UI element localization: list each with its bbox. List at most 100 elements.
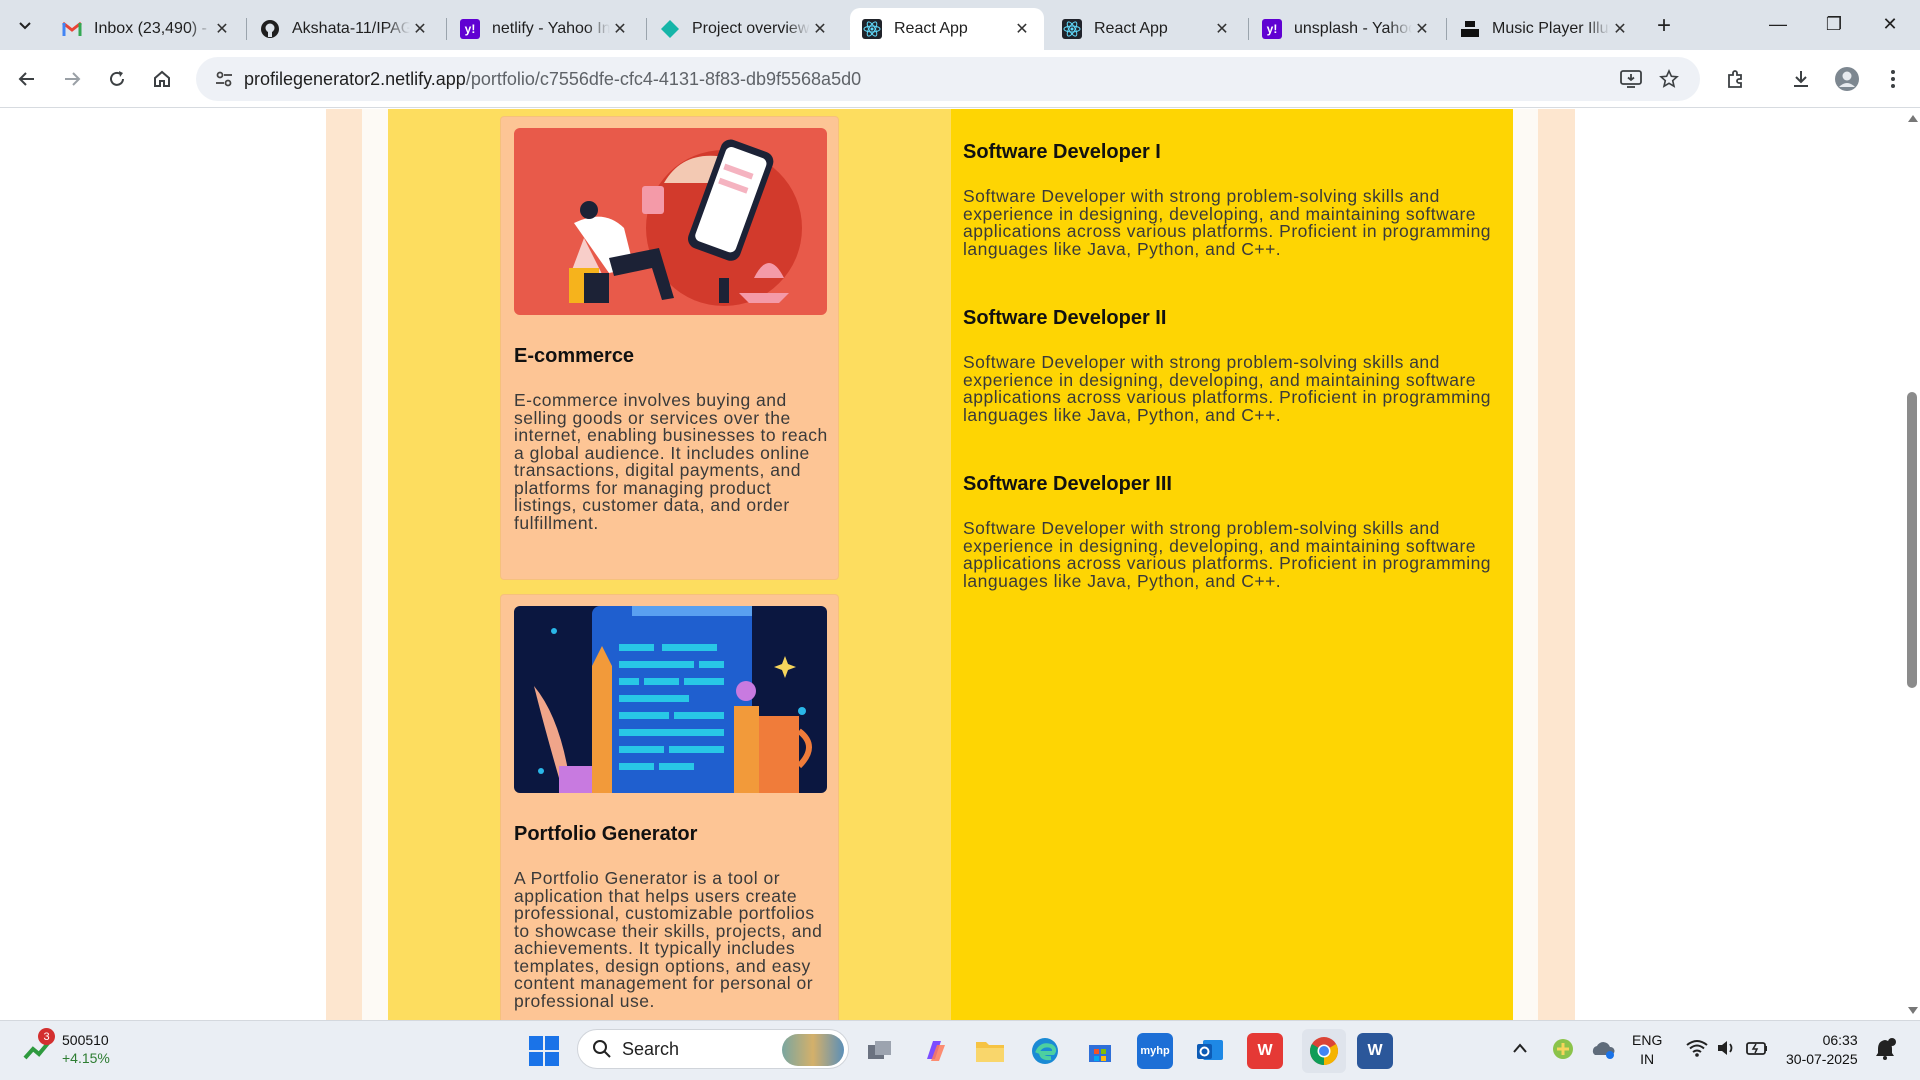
- experience-item: Software Developer I Software Developer …: [963, 141, 1508, 258]
- edge-browser-icon[interactable]: [1027, 1033, 1063, 1069]
- onedrive-icon[interactable]: [1590, 1038, 1616, 1065]
- language-indicator[interactable]: ENG IN: [1632, 1031, 1662, 1069]
- ecommerce-illustration: [514, 128, 827, 315]
- close-icon[interactable]: ✕: [410, 19, 430, 39]
- tab-search-button[interactable]: [8, 10, 42, 40]
- extensions-button[interactable]: [1718, 62, 1752, 96]
- stock-badge: 3: [38, 1028, 55, 1045]
- downloads-button[interactable]: [1784, 62, 1818, 96]
- tab-yahoo-unsplash[interactable]: y! unsplash - Yahoo ✕: [1250, 8, 1444, 50]
- close-icon[interactable]: ✕: [810, 19, 830, 39]
- tab-strip: Inbox (23,490) - a ✕ Akshata-11/IPAG ✕ y…: [0, 0, 1920, 50]
- tab-github[interactable]: Akshata-11/IPAG ✕: [248, 8, 442, 50]
- chevron-down-icon: [19, 22, 31, 30]
- tab-gmail[interactable]: Inbox (23,490) - a ✕: [50, 8, 244, 50]
- browser-toolbar: profilegenerator2.netlify.app/portfolio/…: [0, 50, 1920, 108]
- stock-widget[interactable]: 3 500510 +4.15%: [22, 1028, 110, 1067]
- close-icon[interactable]: ✕: [1212, 19, 1232, 39]
- react-icon: [862, 19, 882, 39]
- close-icon[interactable]: ✕: [1412, 19, 1432, 39]
- tab-title: netlify - Yahoo In: [492, 20, 610, 37]
- forward-button[interactable]: [55, 62, 89, 96]
- close-window-button[interactable]: ✕: [1862, 8, 1918, 40]
- wifi-icon[interactable]: [1686, 1039, 1708, 1062]
- experience-title: Software Developer I: [963, 141, 1161, 163]
- language-region: IN: [1640, 1051, 1655, 1067]
- close-icon[interactable]: ✕: [212, 19, 232, 39]
- tab-netlify[interactable]: Project overview ✕: [648, 8, 842, 50]
- clock-time: 06:33: [1822, 1032, 1858, 1048]
- windows-logo-icon: [529, 1036, 559, 1066]
- install-app-icon[interactable]: [1616, 67, 1646, 91]
- reload-icon: [110, 71, 124, 86]
- experience-title: Software Developer II: [963, 307, 1167, 329]
- outlook-new-icon[interactable]: [1192, 1033, 1228, 1069]
- experience-description: Software Developer with strong problem-s…: [963, 186, 1492, 259]
- tab-title: React App: [894, 20, 968, 37]
- search-label: Search: [622, 1038, 680, 1059]
- language-code: ENG: [1632, 1032, 1663, 1048]
- project-title: Portfolio Generator: [514, 823, 698, 845]
- minimize-button[interactable]: —: [1750, 8, 1806, 40]
- wps-office-icon[interactable]: W: [1247, 1033, 1283, 1069]
- tab-react-app-active[interactable]: React App ✕: [850, 8, 1044, 50]
- experience-title: Software Developer III: [963, 473, 1172, 495]
- tab-yahoo-netlify[interactable]: y! netlify - Yahoo In ✕: [448, 8, 642, 50]
- myhp-icon[interactable]: myhp: [1137, 1033, 1173, 1069]
- scroll-up-arrow-icon[interactable]: [1908, 115, 1918, 122]
- tab-title: Project overview: [692, 20, 810, 37]
- home-button[interactable]: [145, 62, 179, 96]
- task-view-icon[interactable]: [862, 1033, 898, 1069]
- address-bar[interactable]: profilegenerator2.netlify.app/portfolio/…: [196, 57, 1700, 101]
- stock-chart-icon: 3: [22, 1028, 55, 1064]
- url-text: profilegenerator2.netlify.app/portfolio/…: [244, 69, 861, 90]
- start-button[interactable]: [528, 1035, 560, 1067]
- experience-description: Software Developer with strong problem-s…: [963, 518, 1492, 591]
- tab-react-app[interactable]: React App ✕: [1050, 8, 1244, 50]
- microsoft-store-icon[interactable]: [1082, 1033, 1118, 1069]
- copilot-icon[interactable]: [917, 1033, 953, 1069]
- stock-value: 500510: [62, 1032, 109, 1048]
- experience-item: Software Developer III Software Develope…: [963, 473, 1508, 590]
- notifications-icon[interactable]: [1874, 1037, 1896, 1066]
- clock-date: 30-07-2025: [1786, 1051, 1858, 1067]
- download-icon: [1794, 71, 1808, 87]
- tray-app-icon[interactable]: [1552, 1038, 1574, 1065]
- profile-avatar[interactable]: [1830, 62, 1864, 96]
- portfolio-generator-illustration: [514, 606, 827, 793]
- file-explorer-icon[interactable]: [972, 1033, 1008, 1069]
- clock[interactable]: 06:33 30-07-2025: [1786, 1031, 1858, 1069]
- close-icon[interactable]: ✕: [610, 19, 630, 39]
- yahoo-icon: y!: [1262, 19, 1282, 39]
- scroll-down-arrow-icon[interactable]: [1908, 1007, 1918, 1014]
- kebab-menu-icon: [1891, 70, 1895, 88]
- tab-music-player[interactable]: Music Player Illus ✕: [1448, 8, 1642, 50]
- volume-icon[interactable]: [1716, 1039, 1736, 1062]
- word-icon[interactable]: W: [1357, 1033, 1393, 1069]
- experience-item: Software Developer II Software Developer…: [963, 307, 1508, 424]
- stock-change: +4.15%: [62, 1050, 110, 1066]
- unsplash-icon: [1460, 19, 1480, 39]
- bookmark-star-icon[interactable]: [1654, 67, 1684, 91]
- new-tab-button[interactable]: +: [1650, 12, 1678, 40]
- scrollbar-thumb[interactable]: [1907, 392, 1917, 688]
- chrome-icon[interactable]: [1302, 1029, 1346, 1073]
- page-scrollbar[interactable]: [1904, 109, 1920, 1020]
- back-button[interactable]: [10, 62, 44, 96]
- battery-icon[interactable]: [1746, 1040, 1768, 1061]
- reload-button[interactable]: [100, 62, 134, 96]
- tab-title: unsplash - Yahoo: [1294, 20, 1412, 37]
- tray-expand-chevron-icon[interactable]: [1512, 1041, 1528, 1059]
- menu-button[interactable]: [1876, 62, 1910, 96]
- tab-title: React App: [1094, 20, 1168, 37]
- avatar-icon: [1835, 67, 1859, 91]
- site-info-icon[interactable]: [204, 69, 244, 89]
- taskbar-search[interactable]: Search: [577, 1029, 849, 1069]
- close-icon[interactable]: ✕: [1012, 19, 1032, 39]
- project-card: E-commerce E-commerce involves buying an…: [500, 116, 839, 580]
- project-card: Portfolio Generator A Portfolio Generato…: [500, 594, 839, 1034]
- home-icon: [154, 70, 170, 87]
- close-icon[interactable]: ✕: [1610, 19, 1630, 39]
- restore-button[interactable]: ❐: [1806, 8, 1862, 40]
- github-icon: [260, 19, 280, 39]
